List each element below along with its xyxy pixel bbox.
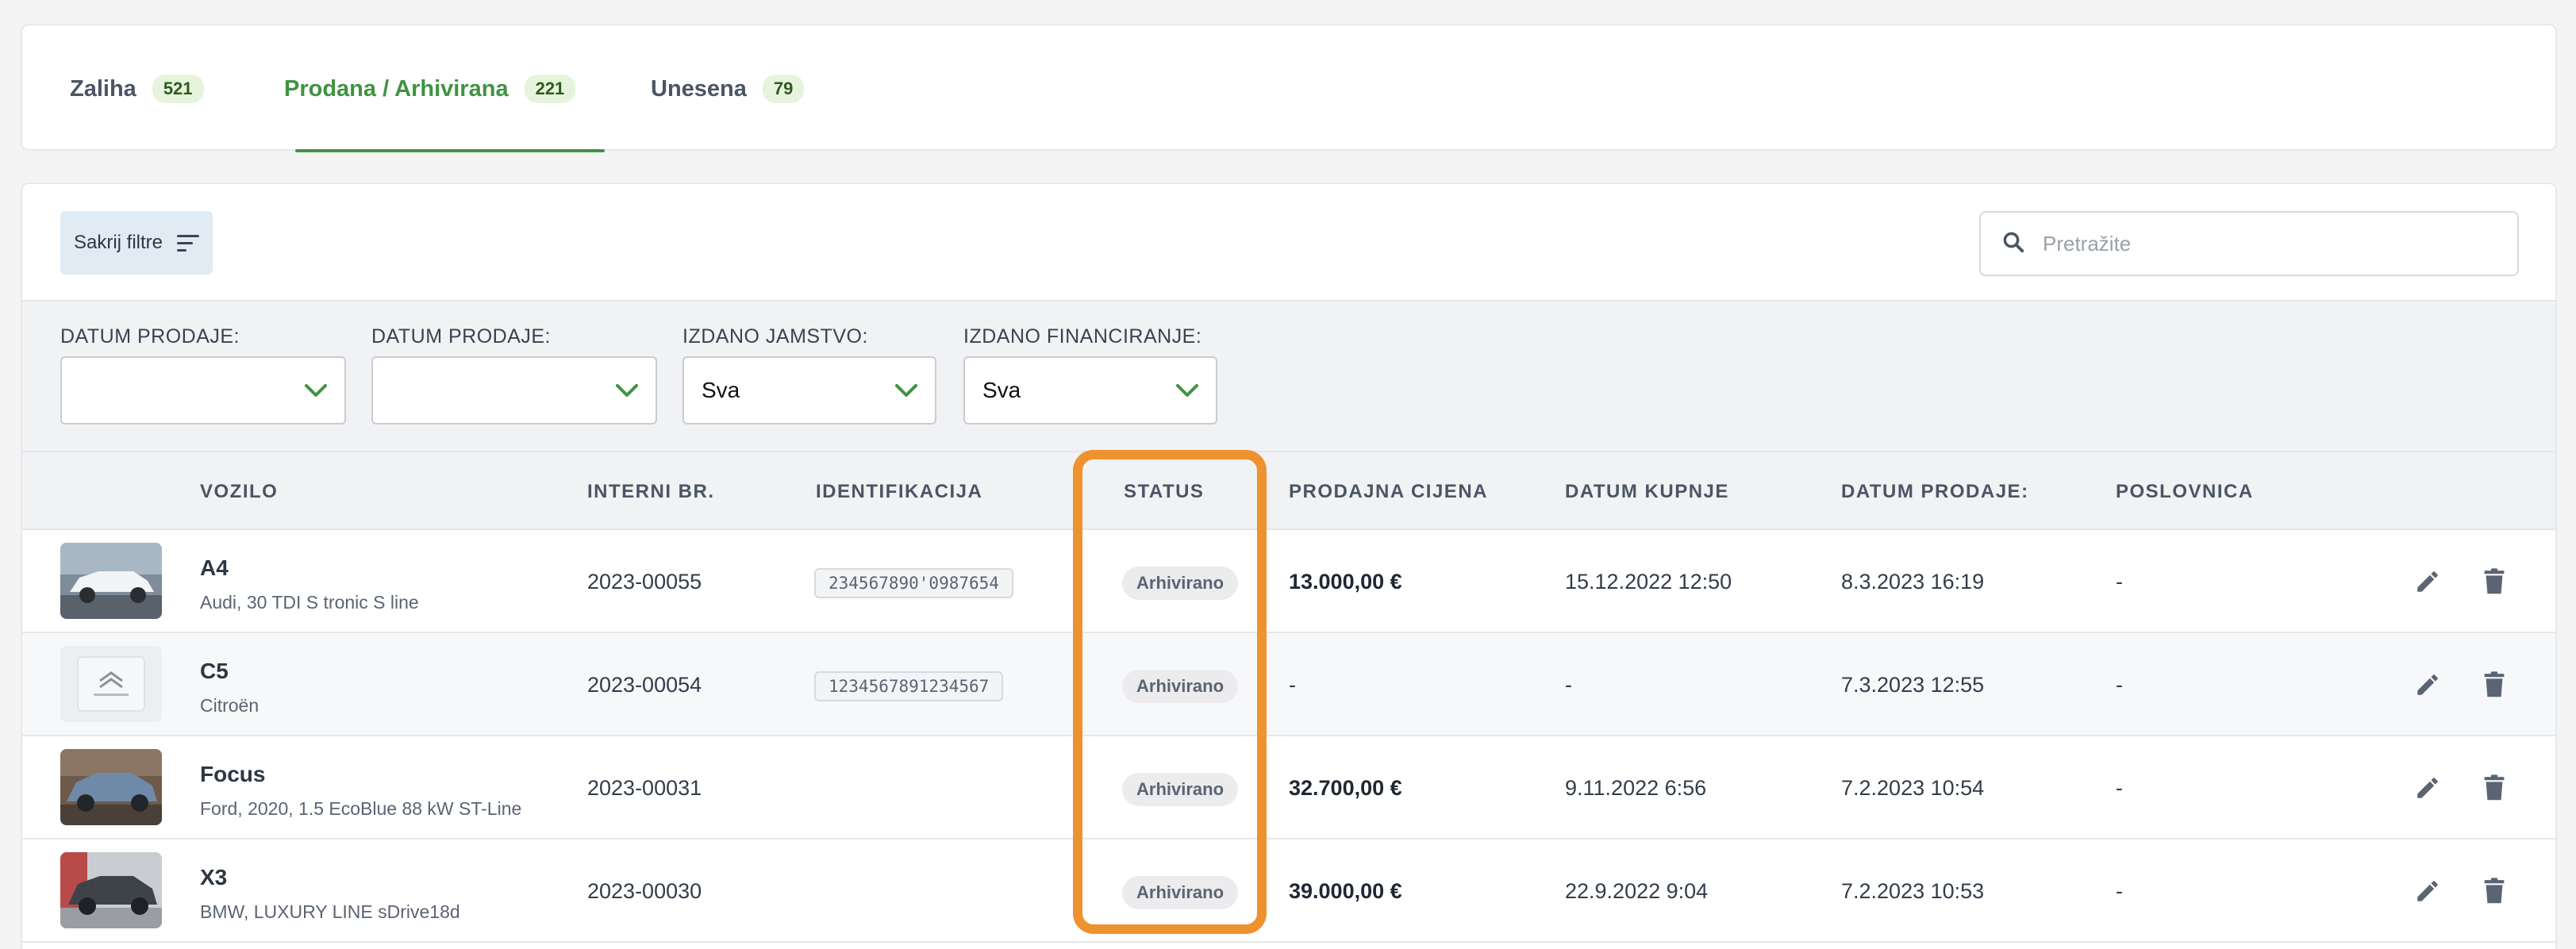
sale-price: 13.000,00 € [1289,570,1402,594]
sale-date: 7.2.2023 10:53 [1841,879,1985,903]
vehicle-thumbnail [60,749,162,825]
tab-label: Unesena [651,75,747,102]
vehicle-thumbnail [60,543,162,619]
tab-zaliha[interactable]: Zaliha 521 [70,75,204,103]
delete-icon[interactable] [2478,874,2511,908]
tab-count-badge: 521 [152,75,204,103]
filter-icon [177,234,200,252]
tab-label: Zaliha [70,75,136,102]
internal-number: 2023-00054 [587,673,702,697]
sale-price: 32.700,00 € [1289,776,1402,800]
filter-label: DATUM PRODAJE: [60,325,240,348]
hide-filters-button[interactable]: Sakrij filtre [60,211,213,275]
internal-number: 2023-00031 [587,776,702,800]
main-card: Sakrij filtre DATUM PRODAJE: DATUM PRODA… [21,182,2557,949]
column-header-prodajna-cijena[interactable]: PRODAJNA CIJENA [1289,481,1488,503]
chevron-down-icon [1176,384,1198,397]
warranty-select[interactable]: Sva [682,356,936,425]
purchase-date: 9.11.2022 6:56 [1565,776,1707,800]
sale-price: - [1289,673,1296,697]
filter-panel: DATUM PRODAJE: DATUM PRODAJE: IZDANO JAM… [22,300,2555,452]
branch: - [2116,776,2123,800]
purchase-date: 15.12.2022 12:50 [1565,570,1732,594]
vehicle-thumbnail [60,646,162,722]
table-row[interactable]: Focus Ford, 2020, 1.5 EcoBlue 88 kW ST-L… [22,736,2555,840]
sale-date: 7.2.2023 10:54 [1841,776,1985,800]
branch: - [2116,570,2123,594]
tab-label: Prodana / Arhivirana [284,75,509,102]
vehicle-model: A4 [200,555,229,580]
column-header-datum-prodaje[interactable]: DATUM PRODAJE: [1841,481,2029,503]
table-row[interactable]: X3 BMW, LUXURY LINE sDrive18d 2023-00030… [22,840,2555,943]
tab-unesena[interactable]: Unesena 79 [651,75,805,103]
vehicle-model: C5 [200,659,229,683]
financing-select[interactable]: Sva [963,356,1217,425]
delete-icon[interactable] [2478,771,2511,805]
column-header-vozilo[interactable]: VOZILO [200,481,278,503]
vehicle-model: Focus [200,762,266,786]
chevron-down-icon [305,384,327,397]
column-header-interni-br[interactable]: INTERNI BR. [587,481,715,503]
purchase-date: 22.9.2022 9:04 [1565,879,1709,903]
column-header-poslovnica[interactable]: POSLOVNICA [2116,481,2254,503]
vehicle-variant: Ford, 2020, 1.5 EcoBlue 88 kW ST-Line [200,798,522,819]
hide-filters-label: Sakrij filtre [73,232,163,253]
internal-number: 2023-00030 [587,879,702,903]
sale-date: 8.3.2023 16:19 [1841,570,1985,594]
chevron-down-icon [895,384,917,397]
filter-financing: IZDANO FINANCIRANJE: Sva [963,325,1217,425]
table-row[interactable]: C5 Citroën 2023-00054 1234567891234567 A… [22,633,2555,736]
filter-warranty: IZDANO JAMSTVO: Sva [682,325,936,425]
table-header: VOZILO INTERNI BR. IDENTIFIKACIJA STATUS… [22,452,2555,530]
select-value: Sva [702,378,740,402]
tab-count-badge: 79 [762,75,805,103]
tab-count-badge: 221 [524,75,576,103]
delete-icon[interactable] [2478,668,2511,701]
filter-sale-date-from: DATUM PRODAJE: [60,325,346,425]
vehicle-thumbnail [60,852,162,928]
purchase-date: - [1565,673,1572,697]
filter-label: DATUM PRODAJE: [371,325,551,348]
table-row[interactable]: A4 Audi, 30 TDI S tronic S line 2023-000… [22,530,2555,633]
chevron-down-icon [616,384,638,397]
column-header-datum-kupnje[interactable]: DATUM KUPNJE [1565,481,1729,503]
delete-icon[interactable] [2478,565,2511,598]
edit-icon[interactable] [2411,771,2444,805]
vehicle-model: X3 [200,865,228,889]
select-value: Sva [982,378,1021,402]
sale-date-to-select[interactable] [371,356,657,425]
tab-prodana-arhivirana[interactable]: Prodana / Arhivirana 221 [284,75,576,103]
search-icon [2001,230,2025,258]
identification-code: 234567890'0987654 [814,568,1013,598]
column-header-identifikacija[interactable]: IDENTIFIKACIJA [816,481,982,503]
search-box [1979,211,2519,276]
tabs-card: Zaliha 521 Prodana / Arhivirana 221 Unes… [21,24,2557,152]
identification-code: 1234567891234567 [814,671,1004,701]
filter-label: IZDANO JAMSTVO: [682,325,868,348]
filter-label: IZDANO FINANCIRANJE: [963,325,1202,348]
filter-sale-date-to: DATUM PRODAJE: [371,325,657,425]
edit-icon[interactable] [2411,874,2444,908]
sale-price: 39.000,00 € [1289,879,1402,903]
sale-date: 7.3.2023 12:55 [1841,673,1985,697]
active-tab-indicator [295,149,605,152]
edit-icon[interactable] [2411,668,2444,701]
edit-icon[interactable] [2411,565,2444,598]
search-input[interactable] [2043,231,2487,256]
status-column-highlight [1073,450,1267,934]
vehicle-variant: BMW, LUXURY LINE sDrive18d [200,901,460,922]
sale-date-from-select[interactable] [60,356,346,425]
branch: - [2116,879,2123,903]
vehicle-variant: Audi, 30 TDI S tronic S line [200,592,419,613]
vehicle-variant: Citroën [200,695,260,716]
branch: - [2116,673,2123,697]
internal-number: 2023-00055 [587,570,702,594]
